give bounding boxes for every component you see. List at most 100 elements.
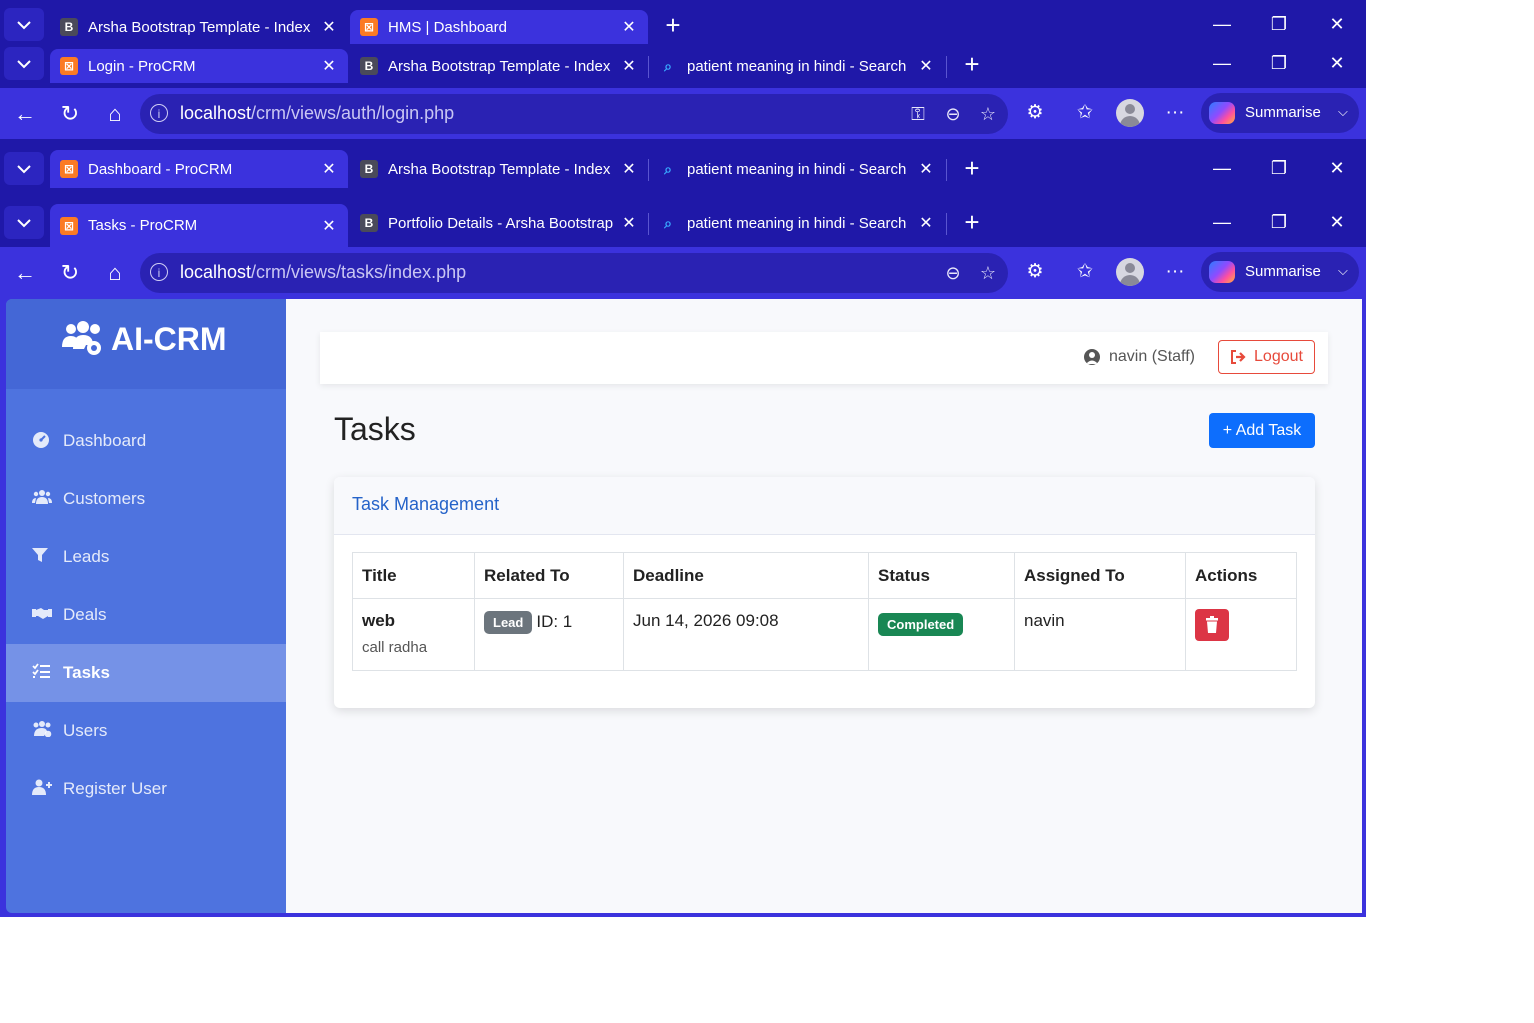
summarise-button[interactable]: Summarise ⌵ <box>1201 93 1359 133</box>
sidebar-item-customers[interactable]: Customers <box>6 470 286 528</box>
extensions-icon[interactable]: ⚙ <box>1018 96 1052 130</box>
tab[interactable]: ⌕ patient meaning in hindi - Search ✕ <box>649 150 945 188</box>
site-info-icon[interactable]: i <box>150 263 168 281</box>
new-tab-button[interactable]: + <box>658 10 688 40</box>
restore-button[interactable]: ❐ <box>1250 5 1308 44</box>
tab-active[interactable]: ⊠ Tasks - ProCRM ✕ <box>50 204 348 247</box>
sidebar-item-users[interactable]: Users <box>6 702 286 760</box>
tasks-icon <box>32 663 52 683</box>
status-cell: Completed <box>868 598 1015 671</box>
sidebar-item-leads[interactable]: Leads <box>6 528 286 586</box>
restore-button[interactable]: ❐ <box>1250 44 1308 83</box>
url-field[interactable]: i localhost/crm/views/auth/login.php ⚿ ⊖… <box>140 94 1008 134</box>
tab-list-dropdown[interactable] <box>4 47 44 80</box>
close-tab-icon[interactable]: ✕ <box>318 17 340 37</box>
favorite-star-icon[interactable]: ☆ <box>976 102 1000 126</box>
tab-list-dropdown[interactable] <box>4 206 44 239</box>
filter-icon <box>32 547 52 567</box>
favorite-star-icon[interactable]: ☆ <box>976 261 1000 285</box>
tab[interactable]: B Arsha Bootstrap Template - Index ✕ <box>350 150 648 188</box>
minimize-button[interactable]: — <box>1193 5 1251 44</box>
new-tab-button[interactable]: + <box>957 49 987 79</box>
sidebar-item-dashboard[interactable]: Dashboard <box>6 412 286 470</box>
sidebar-item-register-user[interactable]: Register User <box>6 760 286 818</box>
logout-button[interactable]: Logout <box>1218 340 1315 374</box>
close-window-button[interactable]: ✕ <box>1308 203 1366 242</box>
more-menu-icon[interactable]: ··· <box>1158 255 1192 289</box>
zoom-icon[interactable]: ⊖ <box>941 102 965 126</box>
restore-button[interactable]: ❐ <box>1250 203 1308 242</box>
profile-avatar[interactable] <box>1116 99 1144 127</box>
extensions-icon[interactable]: ⚙ <box>1018 255 1052 289</box>
refresh-button[interactable]: ↻ <box>52 256 88 290</box>
brand[interactable]: AI-CRM <box>6 299 286 389</box>
sidebar-item-label: Tasks <box>63 663 110 682</box>
chevron-down-icon: ⌵ <box>1338 263 1348 278</box>
minimize-button[interactable]: — <box>1193 149 1251 188</box>
profile-avatar[interactable] <box>1116 258 1144 286</box>
key-icon[interactable]: ⚿ <box>906 102 930 126</box>
tab[interactable]: B Arsha Bootstrap Template - Index ✕ <box>50 10 348 44</box>
add-task-button[interactable]: + Add Task <box>1209 413 1315 448</box>
bootstrap-favicon-icon: B <box>360 214 378 232</box>
home-button[interactable]: ⌂ <box>97 256 133 290</box>
tab-strip-2: ⊠ Login - ProCRM ✕ B Arsha Bootstrap Tem… <box>0 44 1366 83</box>
tab-active[interactable]: ⊠ HMS | Dashboard ✕ <box>350 10 648 44</box>
bootstrap-favicon-icon: B <box>60 18 78 36</box>
close-tab-icon[interactable]: ✕ <box>915 159 937 179</box>
more-menu-icon[interactable]: ··· <box>1158 96 1192 130</box>
column-header: Deadline <box>623 552 869 599</box>
tab-list-dropdown[interactable] <box>4 8 44 41</box>
status-badge: Completed <box>878 613 964 636</box>
bootstrap-favicon-icon: B <box>360 160 378 178</box>
search-favicon-icon: ⌕ <box>664 160 672 177</box>
close-window-button[interactable]: ✕ <box>1308 5 1366 44</box>
home-button[interactable]: ⌂ <box>97 97 133 131</box>
xampp-favicon-icon: ⊠ <box>60 216 78 235</box>
tab[interactable]: ⌕ patient meaning in hindi - Search ✕ <box>649 49 945 83</box>
back-button[interactable]: ← <box>7 97 43 131</box>
delete-button[interactable] <box>1195 609 1229 641</box>
close-tab-icon[interactable]: ✕ <box>618 17 640 37</box>
new-tab-button[interactable]: + <box>957 207 987 237</box>
current-user[interactable]: navin (Staff) <box>1084 348 1195 366</box>
sign-out-icon <box>1231 350 1246 364</box>
minimize-button[interactable]: — <box>1193 44 1251 83</box>
url-field[interactable]: i localhost/crm/views/tasks/index.php ⊖ … <box>140 253 1008 293</box>
close-window-button[interactable]: ✕ <box>1308 149 1366 188</box>
new-tab-button[interactable]: + <box>957 153 987 183</box>
table-row: web call radha Lead ID: 1 Jun 14, 2026 09… <box>352 598 1297 671</box>
sidebar-item-deals[interactable]: Deals <box>6 586 286 644</box>
close-tab-icon[interactable]: ✕ <box>618 56 640 76</box>
column-header: Status <box>868 552 1015 599</box>
page-title: Tasks <box>334 411 416 447</box>
tab[interactable]: B Arsha Bootstrap Template - Index ✕ <box>350 49 648 83</box>
close-tab-icon[interactable]: ✕ <box>318 56 340 76</box>
close-window-button[interactable]: ✕ <box>1308 44 1366 83</box>
close-tab-icon[interactable]: ✕ <box>618 213 640 233</box>
close-tab-icon[interactable]: ✕ <box>318 159 340 179</box>
tab-list-dropdown[interactable] <box>4 152 44 185</box>
sidebar-item-tasks[interactable]: Tasks <box>6 644 286 702</box>
restore-button[interactable]: ❐ <box>1250 149 1308 188</box>
favorites-icon[interactable]: ✩ <box>1068 96 1102 130</box>
minimize-button[interactable]: — <box>1193 203 1251 242</box>
close-tab-icon[interactable]: ✕ <box>318 216 340 236</box>
close-tab-icon[interactable]: ✕ <box>915 56 937 76</box>
close-tab-icon[interactable]: ✕ <box>618 159 640 179</box>
sidebar-item-label: Users <box>63 721 108 740</box>
site-info-icon[interactable]: i <box>150 104 168 122</box>
tab[interactable]: ⌕ patient meaning in hindi - Search ✕ <box>649 204 945 242</box>
related-type-badge: Lead <box>484 611 533 634</box>
zoom-icon[interactable]: ⊖ <box>941 261 965 285</box>
summarise-button[interactable]: Summarise ⌵ <box>1201 252 1359 292</box>
chevron-down-icon <box>17 20 31 29</box>
tab[interactable]: B Portfolio Details - Arsha Bootstrap ✕ <box>350 204 648 242</box>
close-tab-icon[interactable]: ✕ <box>915 213 937 233</box>
back-button[interactable]: ← <box>7 256 43 290</box>
tab-active[interactable]: ⊠ Dashboard - ProCRM ✕ <box>50 150 348 188</box>
sidebar-item-label: Customers <box>63 489 146 508</box>
favorites-icon[interactable]: ✩ <box>1068 255 1102 289</box>
refresh-button[interactable]: ↻ <box>52 97 88 131</box>
tab-active[interactable]: ⊠ Login - ProCRM ✕ <box>50 49 348 83</box>
